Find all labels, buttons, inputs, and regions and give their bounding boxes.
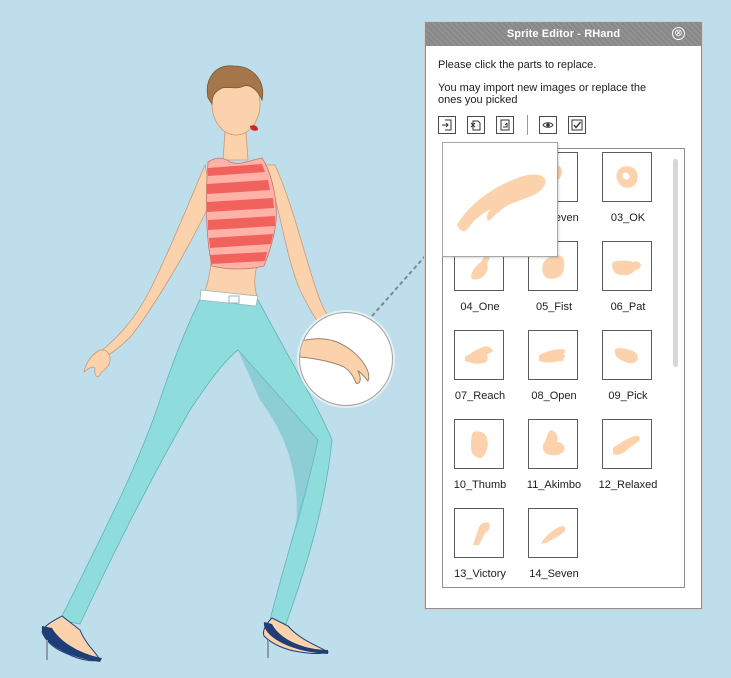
instruction-text: Please click the parts to replace. bbox=[438, 59, 597, 71]
thumbnail-item[interactable]: 11_Akimbo bbox=[522, 419, 586, 509]
hand-seven-icon bbox=[541, 526, 566, 544]
thumbnail-image[interactable] bbox=[528, 508, 578, 558]
thumbnail-image[interactable] bbox=[602, 241, 652, 291]
replace-button[interactable] bbox=[467, 115, 485, 134]
hint-text: You may import new images or replace the… bbox=[438, 81, 647, 107]
thumbnail-label: 06_Pat bbox=[610, 301, 646, 313]
thumbnail-item[interactable]: 13_Victory bbox=[448, 508, 512, 587]
thumbnail-label: 07_Reach bbox=[454, 390, 506, 402]
toolbar-separator bbox=[527, 114, 528, 135]
hand-pick-icon bbox=[615, 348, 638, 364]
select-checkbox-button[interactable] bbox=[568, 115, 586, 134]
thumbnail-item[interactable]: 03_OK bbox=[596, 152, 660, 242]
thumbnail-label: 08_Open bbox=[531, 390, 577, 402]
thumbnail-label: 03_OK bbox=[610, 212, 646, 224]
close-button[interactable]: ⊗ bbox=[672, 27, 685, 40]
thumbnail-item[interactable]: 14_Seven bbox=[522, 508, 586, 587]
title-bar[interactable]: Sprite Editor - RHand ⊗ bbox=[426, 23, 701, 46]
preview-popup bbox=[442, 142, 558, 257]
thumbnail-label: 09_Pick bbox=[608, 390, 648, 402]
hand-relaxed-icon bbox=[613, 435, 640, 455]
zoomed-hand bbox=[300, 338, 370, 384]
hand-ok-icon bbox=[616, 166, 638, 188]
left-hand bbox=[83, 349, 111, 377]
hand-victory-icon bbox=[473, 522, 490, 545]
thumbnail-item[interactable]: 12_Relaxed bbox=[596, 419, 660, 509]
thumbnail-item[interactable]: 10_Thumb bbox=[448, 419, 512, 509]
hand-akimbo-icon bbox=[542, 430, 565, 456]
lips bbox=[250, 125, 258, 131]
replace-icon bbox=[470, 120, 481, 130]
thumbnail-image[interactable] bbox=[528, 419, 578, 469]
thumbnail-label: 10_Thumb bbox=[453, 479, 507, 491]
export-icon bbox=[500, 119, 510, 130]
thumbnail-item[interactable]: 09_Pick bbox=[596, 330, 660, 420]
import-icon bbox=[442, 119, 452, 130]
thumbnail-image[interactable] bbox=[454, 330, 504, 380]
thumbnail-image[interactable] bbox=[602, 419, 652, 469]
hand-open-icon bbox=[539, 349, 566, 363]
neck bbox=[222, 131, 249, 161]
toolbar bbox=[438, 114, 689, 135]
thumbnail-item[interactable]: 06_Pat bbox=[596, 241, 660, 331]
thumbnail-image[interactable] bbox=[602, 152, 652, 202]
thumbnail-label: 14_Seven bbox=[529, 568, 579, 580]
thumbnail-item[interactable]: 08_Open bbox=[522, 330, 586, 420]
thumbnail-image[interactable] bbox=[454, 508, 504, 558]
thumbnail-label: 13_Victory bbox=[454, 568, 506, 580]
zoom-lens bbox=[299, 312, 393, 406]
thumbnail-label: 04_One bbox=[460, 301, 500, 313]
thumbnail-item[interactable]: 07_Reach bbox=[448, 330, 512, 420]
sprite-editor-window: Sprite Editor - RHand ⊗ Please click the… bbox=[425, 22, 702, 609]
import-button[interactable] bbox=[438, 115, 456, 134]
thumbnail-image[interactable] bbox=[602, 330, 652, 380]
window-title: Sprite Editor - RHand bbox=[506, 28, 621, 40]
scrollbar[interactable] bbox=[673, 159, 678, 367]
thumbnail-image[interactable] bbox=[454, 419, 504, 469]
thumbnail-label: 05_Fist bbox=[535, 301, 573, 313]
thumbnail-label: 12_Relaxed bbox=[598, 479, 658, 491]
eye-icon bbox=[542, 121, 554, 128]
hand-thumb-icon bbox=[471, 431, 488, 458]
export-button[interactable] bbox=[496, 115, 514, 134]
visibility-button[interactable] bbox=[539, 115, 557, 134]
hand-reach-icon bbox=[465, 346, 493, 364]
checkbox-icon bbox=[571, 119, 583, 130]
thumbnail-image[interactable] bbox=[528, 330, 578, 380]
preview-hand-icon bbox=[457, 174, 546, 232]
hand-pat-icon bbox=[612, 260, 641, 276]
close-icon: ⊗ bbox=[674, 27, 683, 39]
thumbnail-label: 11_Akimbo bbox=[526, 479, 582, 491]
